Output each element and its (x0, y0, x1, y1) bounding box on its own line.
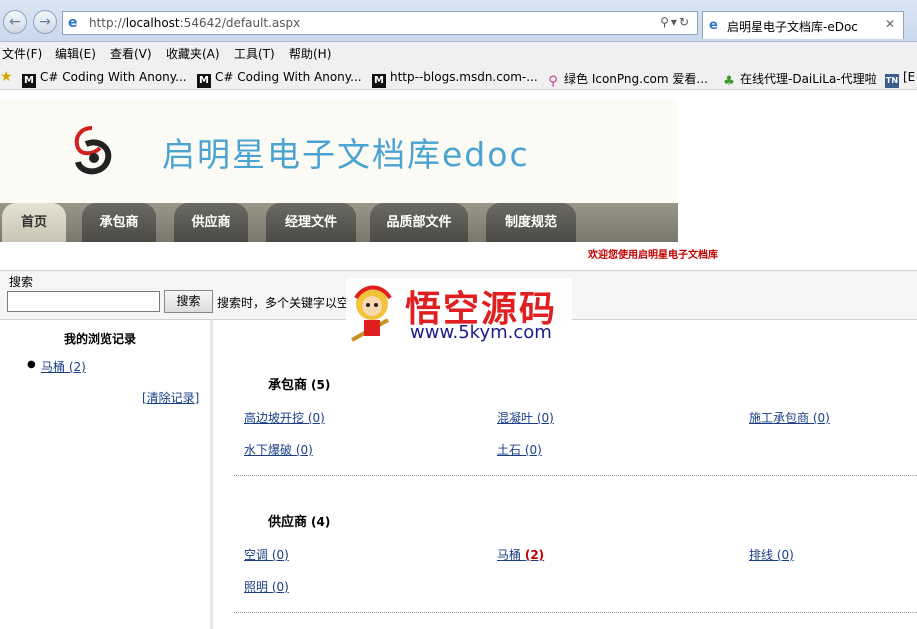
site-title: 启明星电子文档库edoc (162, 135, 530, 174)
address-tools-icon[interactable]: ⚲▾↻ (660, 15, 691, 29)
address-bar[interactable]: e http://localhost:54642/default.aspx ⚲▾… (62, 11, 698, 35)
search-hint: 搜索时，多个关键字以空 (217, 296, 350, 310)
menu-tools[interactable]: 工具(T) (234, 45, 275, 62)
msdn-icon: M (197, 74, 211, 88)
category-link[interactable]: 水下爆破 (0) (244, 441, 313, 458)
section-count: (5) (311, 378, 331, 392)
history-item[interactable]: 马桶 (2) (41, 358, 86, 375)
search-button[interactable]: 搜索 (164, 290, 213, 313)
section-title: 供应商 (4) (268, 515, 331, 530)
category-link[interactable]: 空调 (0) (244, 546, 289, 563)
menu-view[interactable]: 查看(V) (110, 45, 152, 62)
menu-favorites[interactable]: 收藏夹(A) (166, 45, 220, 62)
search-icon: ⚲ (548, 74, 558, 89)
browser-tab[interactable]: e 启明星电子文档库-eDoc ✕ (702, 11, 904, 39)
section-count: (4) (311, 515, 331, 529)
back-button[interactable]: ← (3, 10, 27, 34)
favorite-item[interactable]: ⚲ 绿色 IconPng.com 爱看... (546, 70, 708, 89)
menu-edit[interactable]: 编辑(E) (55, 45, 96, 62)
favorite-item[interactable]: Mhttp--blogs.msdn.com-... (372, 70, 538, 88)
msdn-icon: M (22, 74, 36, 88)
favorite-item[interactable]: M C# Coding With Anony... (197, 70, 362, 88)
monkey-king-icon (351, 285, 392, 342)
browser-toolbar: ← → e http://localhost:54642/default.asp… (0, 0, 917, 42)
favorites-bar: ★ M C# Coding With Anony... M C# Coding Wi… (0, 64, 917, 90)
section-title: 承包商 (5) (268, 378, 331, 393)
menu-bar: 文件(F) 编辑(E) 查看(V) 收藏夹(A) 工具(T) 帮助(H) (0, 42, 917, 64)
ie-page-icon: e (68, 15, 78, 31)
section-divider (234, 612, 917, 613)
nav-tab-quality-files[interactable]: 品质部文件 (370, 203, 468, 242)
history-title: 我的浏览记录 (64, 332, 137, 346)
tree-icon: ♣ (723, 74, 735, 89)
category-link[interactable]: 排线 (0) (749, 546, 794, 563)
search-input[interactable] (7, 291, 160, 312)
favorites-star-icon[interactable]: ★ (0, 69, 13, 85)
favorite-item[interactable]: TN [E (885, 70, 915, 88)
highlight-count: (2) (524, 548, 545, 562)
favorite-item[interactable]: M C# Coding With Anony... (22, 70, 187, 88)
tn-icon: TN (885, 74, 899, 88)
forward-button[interactable]: → (33, 10, 57, 34)
category-link[interactable]: 照明 (0) (244, 578, 289, 595)
bullet-icon: ● (27, 359, 36, 370)
nav-tab-contractors[interactable]: 承包商 (82, 203, 156, 242)
category-link[interactable]: 高边坡开挖 (0) (244, 409, 325, 426)
close-icon[interactable]: ✕ (885, 17, 895, 31)
menu-file[interactable]: 文件(F) (2, 45, 42, 62)
category-link[interactable]: 马桶 (2) (497, 546, 544, 563)
msdn-icon: M (372, 74, 386, 88)
watermark-url: www.5kym.com (410, 322, 552, 343)
tab-title: 启明星电子文档库-eDoc (727, 20, 858, 34)
menu-help[interactable]: 帮助(H) (289, 45, 331, 62)
nav-tab-regulations[interactable]: 制度规范 (486, 203, 576, 242)
category-link[interactable]: 混凝叶 (0) (497, 409, 554, 426)
clear-history-link[interactable]: [清除记录] (142, 389, 199, 406)
search-label: 搜索 (9, 275, 34, 289)
ie-tab-icon: e (709, 18, 718, 33)
nav-tab-manager-files[interactable]: 经理文件 (266, 203, 356, 242)
category-link[interactable]: 施工承包商 (0) (749, 409, 830, 426)
nav-tab-suppliers[interactable]: 供应商 (174, 203, 248, 242)
nav-tab-home[interactable]: 首页 (2, 203, 66, 242)
address-url: http://localhost:54642/default.aspx (89, 16, 301, 30)
site-logo (74, 126, 112, 175)
category-link[interactable]: 土石 (0) (497, 441, 542, 458)
section-divider (234, 475, 917, 476)
welcome-text: 欢迎您使用启明星电子文档库 (588, 250, 718, 261)
favorite-item[interactable]: ♣ 在线代理-DaiLiLa-代理啦 (722, 70, 876, 89)
